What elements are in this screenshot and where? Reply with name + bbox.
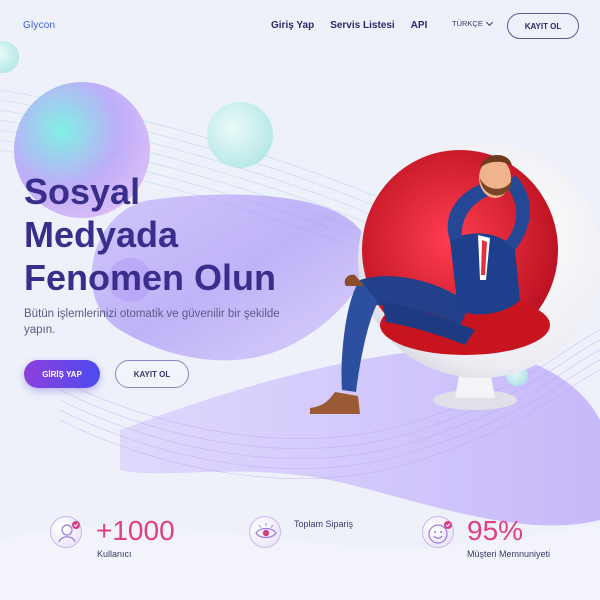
stat-satisfaction-label: Müşteri Memnuniyeti [467,549,551,559]
nav-services-link[interactable]: Servis Listesi [330,20,394,31]
main-nav: Giriş Yap Servis Listesi API [271,20,427,31]
chevron-down-icon [485,18,493,26]
hero-login-button[interactable]: GİRİŞ YAP [24,360,100,388]
stat-orders: Toplam Sipariş [249,515,399,565]
hero-title-line: Medyada [24,214,179,255]
stat-satisfaction: 95% Müşteri Memnuniyeti [422,515,582,565]
nav-login-link[interactable]: Giriş Yap [271,20,314,31]
hero-title-line: Sosyal [24,171,141,212]
stat-users-value: +1000 [96,515,175,546]
stat-orders-label: Toplam Sipariş [294,519,354,529]
hero-title-line: Fenomen Olun [24,257,276,298]
header-register-button[interactable]: KAYIT OL [507,13,579,39]
brand-logo[interactable]: Glycon [23,20,55,31]
hero-title: Sosyal Medyada Fenomen Olun [24,170,344,299]
stat-satisfaction-value: 95% [467,515,524,546]
hero-register-button[interactable]: KAYIT OL [115,360,189,388]
nav-api-link[interactable]: API [411,20,428,31]
language-label: TÜRKÇE [452,19,483,28]
hero-illustration [310,142,600,414]
top-navbar: Glycon Giriş Yap Servis Listesi API TÜRK… [0,0,600,52]
eye-icon [249,516,281,548]
stat-users: +1000 Kullanıcı [50,515,200,565]
landing-page: Glycon Giriş Yap Servis Listesi API TÜRK… [0,0,600,600]
hero-subtitle: Bütün işlemlerinizi otomatik ve güvenili… [24,308,280,336]
stat-users-label: Kullanıcı [97,549,132,559]
smile-check-icon [422,516,454,548]
language-selector[interactable]: TÜRKÇE [452,18,493,28]
user-check-icon [50,516,82,548]
